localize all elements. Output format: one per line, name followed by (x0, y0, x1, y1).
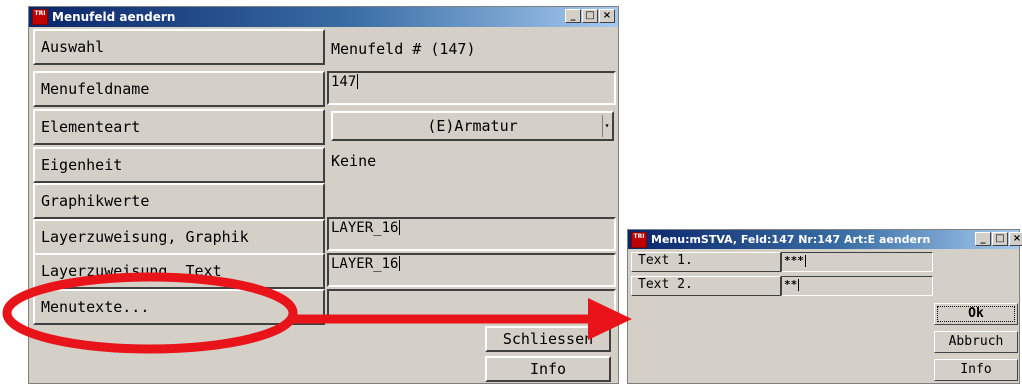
close-button[interactable]: × (599, 9, 615, 23)
text-cursor (357, 74, 359, 89)
close-button[interactable]: × (1009, 232, 1022, 246)
app-icon: TRI (631, 232, 647, 248)
window-controls: _ □ × (974, 232, 1022, 248)
text-cursor (798, 279, 800, 291)
maximize-button[interactable]: □ (582, 9, 598, 23)
info-button[interactable]: Info (934, 359, 1018, 381)
text-1-value: *** (784, 254, 804, 267)
elementeart-button[interactable]: Elementeart (33, 109, 325, 145)
elementeart-dropdown[interactable]: (E)Armatur ▾ (331, 111, 614, 141)
main-title-bar[interactable]: TRI Menufeld aendern _ □ × (29, 7, 618, 27)
minimize-button[interactable]: _ (565, 9, 581, 23)
window-title: Menu:mSTVA, Feld:147 Nr:147 Art:E aender… (651, 233, 931, 246)
layer-graphik-field[interactable]: LAYER_16 (327, 217, 616, 251)
layer-text-field[interactable]: LAYER_16 (327, 253, 616, 287)
sub-title-bar[interactable]: TRI Menu:mSTVA, Feld:147 Nr:147 Art:E ae… (628, 230, 1022, 249)
main-window: TRI Menufeld aendern _ □ × Auswahl Menuf… (28, 6, 619, 384)
text-2-value: ** (784, 278, 798, 291)
menufeldname-field[interactable]: 147 (327, 71, 616, 105)
text-cursor (399, 220, 401, 235)
info-button[interactable]: Info (485, 356, 611, 382)
menutexte-empty-field (327, 289, 616, 323)
schliessen-button[interactable]: Schliessen (485, 326, 611, 352)
abbruch-button[interactable]: Abbruch (934, 331, 1018, 353)
dropdown-arrow-icon[interactable]: ▾ (602, 115, 611, 137)
graphikwerte-button[interactable]: Graphikwerte (33, 183, 325, 219)
maximize-button[interactable]: □ (992, 232, 1008, 246)
window-controls: _ □ × (564, 9, 615, 25)
menufeldname-value: 147 (331, 74, 357, 90)
text-2-field[interactable]: ** (781, 276, 933, 296)
layer-graphik-value: LAYER_16 (331, 220, 399, 236)
auswahl-button[interactable]: Auswahl (33, 29, 325, 65)
ok-button[interactable]: Ok (934, 303, 1018, 325)
text-1-field[interactable]: *** (781, 252, 933, 272)
auswahl-value: Menufeld # (147) (331, 40, 476, 58)
text-cursor (804, 255, 806, 267)
text-cursor (399, 256, 401, 271)
eigenheit-value: Keine (331, 152, 377, 170)
layer-graphik-button[interactable]: Layerzuweisung, Graphik (33, 219, 325, 255)
layer-text-button[interactable]: Layerzuweisung, Text (33, 253, 325, 289)
menufeldname-button[interactable]: Menufeldname (33, 71, 325, 107)
elementeart-value: (E)Armatur (427, 117, 518, 135)
text-1-button[interactable]: Text 1. (631, 252, 781, 272)
menu-text-window: TRI Menu:mSTVA, Feld:147 Nr:147 Art:E ae… (627, 229, 1022, 384)
layer-text-value: LAYER_16 (331, 256, 399, 272)
window-title: Menufeld aendern (52, 10, 176, 24)
text-2-button[interactable]: Text 2. (631, 276, 781, 296)
eigenheit-button[interactable]: Eigenheit (33, 147, 325, 183)
minimize-button[interactable]: _ (975, 232, 991, 246)
app-icon: TRI (32, 9, 48, 25)
menutexte-button[interactable]: Menutexte... (33, 289, 325, 325)
